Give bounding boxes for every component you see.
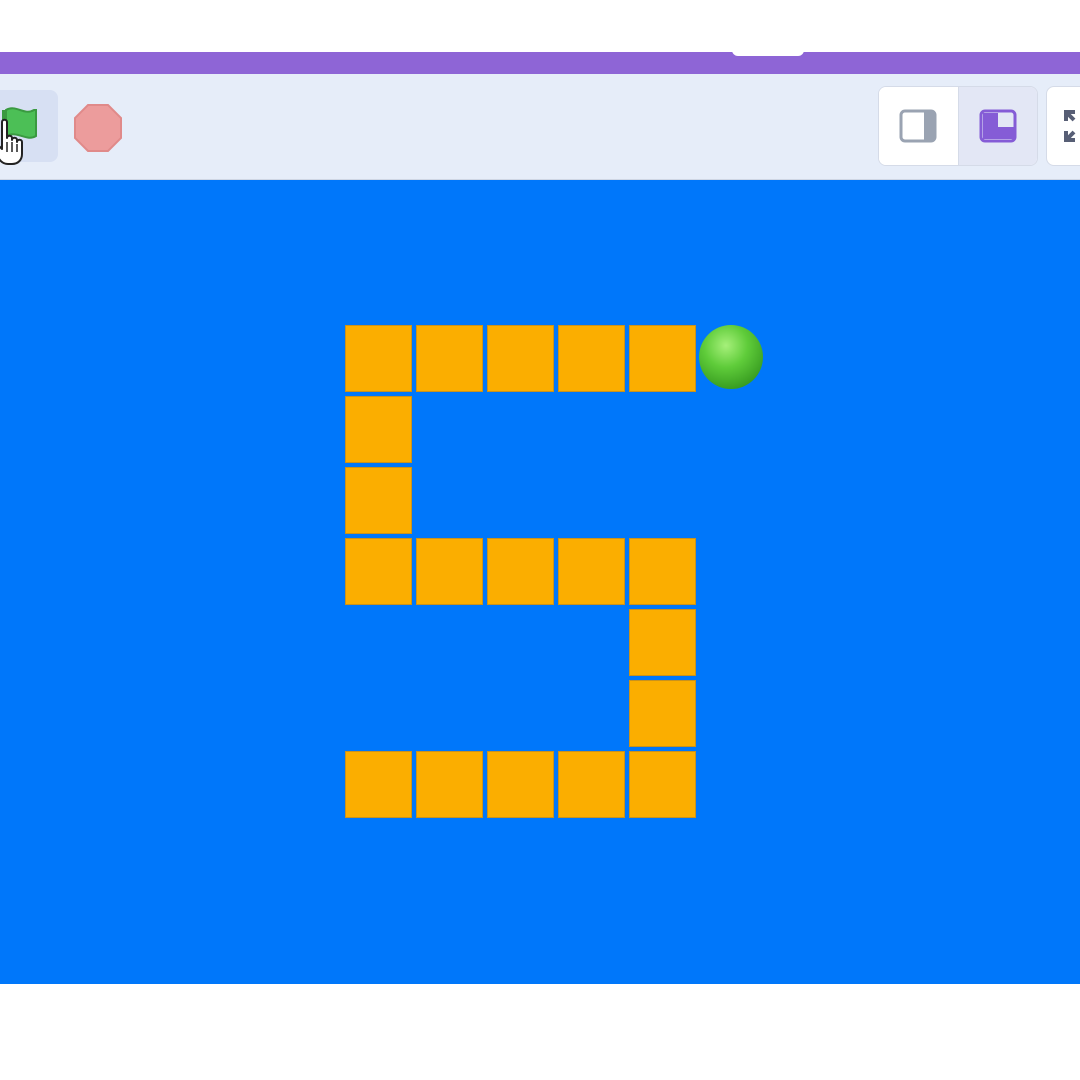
tile-block <box>345 538 412 605</box>
stage-toolbar <box>0 74 1080 180</box>
stage-size-toggle <box>878 86 1038 166</box>
small-stage-icon <box>899 109 937 143</box>
fullscreen-button[interactable] <box>1046 86 1080 166</box>
tile-block <box>416 538 483 605</box>
tile-block <box>416 325 483 392</box>
tile-block <box>416 751 483 818</box>
tile-block <box>487 325 554 392</box>
small-stage-button[interactable] <box>879 87 958 165</box>
fullscreen-icon <box>1064 110 1076 142</box>
hand-pointer-icon <box>0 118 23 165</box>
menu-bar <box>0 52 1080 74</box>
stop-sign-icon <box>74 104 122 152</box>
scratch-player <box>0 0 1080 1080</box>
tile-block <box>558 751 625 818</box>
tile-block <box>629 325 696 392</box>
tile-block <box>345 396 412 463</box>
menu-tab <box>732 44 804 56</box>
tile-block <box>345 325 412 392</box>
large-stage-button[interactable] <box>958 87 1037 165</box>
tile-block <box>629 609 696 676</box>
stop-button[interactable] <box>72 102 124 154</box>
stage-canvas[interactable] <box>0 180 1080 984</box>
tile-block <box>487 751 554 818</box>
green-flag-button[interactable] <box>0 90 58 165</box>
tile-block <box>629 538 696 605</box>
tile-block <box>345 467 412 534</box>
tile-block <box>487 538 554 605</box>
tile-block <box>629 751 696 818</box>
tile-block <box>558 325 625 392</box>
tile-block <box>345 751 412 818</box>
large-stage-icon <box>979 109 1017 143</box>
tile-block <box>629 680 696 747</box>
green-ball-sprite[interactable] <box>699 325 763 389</box>
tile-block <box>558 538 625 605</box>
